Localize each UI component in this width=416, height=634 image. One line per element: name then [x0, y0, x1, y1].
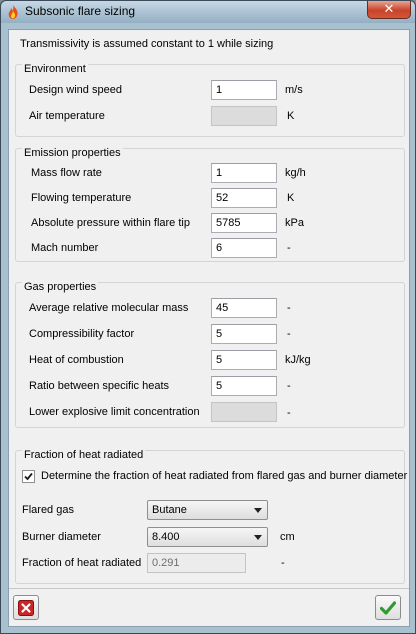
flared-gas-selected: Butane [152, 504, 187, 516]
absolute-pressure-label: Absolute pressure within flare tip [31, 217, 190, 229]
gas-group-title: Gas properties [22, 281, 99, 293]
environment-group-title: Environment [22, 63, 88, 75]
lel-label: Lower explosive limit concentration [29, 406, 200, 418]
flared-gas-label: Flared gas [22, 504, 74, 516]
fraction-radiated-label: Fraction of heat radiated [22, 557, 142, 569]
compressibility-unit: - [287, 328, 291, 340]
flame-icon [8, 5, 18, 19]
specific-heats-unit: - [287, 380, 291, 392]
air-temperature-field [211, 106, 277, 126]
footer-divider [9, 588, 409, 589]
mass-flow-unit: kg/h [285, 167, 306, 179]
heat-combustion-unit: kJ/kg [285, 354, 311, 366]
lel-unit: - [287, 407, 291, 419]
ok-button[interactable] [375, 595, 401, 620]
chevron-down-icon [254, 535, 262, 540]
determine-fraction-checkbox[interactable] [22, 470, 35, 483]
lel-field [211, 402, 277, 422]
burner-diameter-selected: 8.400 [152, 531, 180, 543]
absolute-pressure-input[interactable]: 5785 [211, 213, 277, 233]
checkmark-icon [24, 472, 33, 481]
radiated-group-title: Fraction of heat radiated [22, 449, 146, 461]
wind-speed-input[interactable]: 1 [211, 80, 277, 100]
wind-speed-unit: m/s [285, 84, 303, 96]
title-bar[interactable]: Subsonic flare sizing ✕ [1, 1, 415, 23]
checkmark-icon [380, 601, 396, 615]
air-temperature-label: Air temperature [29, 110, 105, 122]
molecular-mass-unit: - [287, 302, 291, 314]
specific-heats-label: Ratio between specific heats [29, 380, 170, 392]
burner-diameter-select[interactable]: 8.400 [147, 527, 268, 547]
air-temperature-unit: K [287, 110, 295, 122]
window-close-button[interactable]: ✕ [367, 1, 411, 19]
window-title: Subsonic flare sizing [25, 4, 136, 18]
transmissivity-note: Transmissivity is assumed constant to 1 … [20, 38, 274, 50]
mach-number-input[interactable]: 6 [211, 238, 277, 258]
flowing-temperature-label: Flowing temperature [31, 192, 132, 204]
emission-group-title: Emission properties [22, 147, 123, 159]
determine-fraction-label[interactable]: Determine the fraction of heat radiated … [41, 470, 407, 482]
mach-number-label: Mach number [31, 242, 99, 254]
burner-diameter-unit: cm [280, 531, 295, 543]
heat-combustion-label: Heat of combustion [29, 354, 124, 366]
x-icon [18, 600, 34, 616]
fraction-radiated-field: 0.291 [147, 553, 246, 573]
cancel-button[interactable] [13, 595, 39, 620]
specific-heats-input[interactable]: 5 [211, 376, 277, 396]
molecular-mass-input[interactable]: 45 [211, 298, 277, 318]
wind-speed-label: Design wind speed [29, 84, 122, 96]
mass-flow-input[interactable]: 1 [211, 163, 277, 183]
heat-combustion-input[interactable]: 5 [211, 350, 277, 370]
flared-gas-select[interactable]: Butane [147, 500, 268, 520]
dialog-content: Transmissivity is assumed constant to 1 … [8, 29, 410, 627]
chevron-down-icon [254, 508, 262, 513]
environment-group: Environment [15, 63, 405, 137]
mass-flow-label: Mass flow rate [31, 167, 102, 179]
burner-diameter-label: Burner diameter [22, 531, 101, 543]
flowing-temperature-input[interactable]: 52 [211, 188, 277, 208]
compressibility-input[interactable]: 5 [211, 324, 277, 344]
fraction-radiated-unit: - [281, 557, 285, 569]
flowing-temperature-unit: K [287, 192, 295, 204]
compressibility-label: Compressibility factor [29, 328, 135, 340]
molecular-mass-label: Average relative molecular mass [29, 302, 189, 314]
dialog-window: Subsonic flare sizing ✕ Transmissivity i… [0, 0, 416, 634]
mach-number-unit: - [287, 242, 291, 254]
absolute-pressure-unit: kPa [285, 217, 304, 229]
